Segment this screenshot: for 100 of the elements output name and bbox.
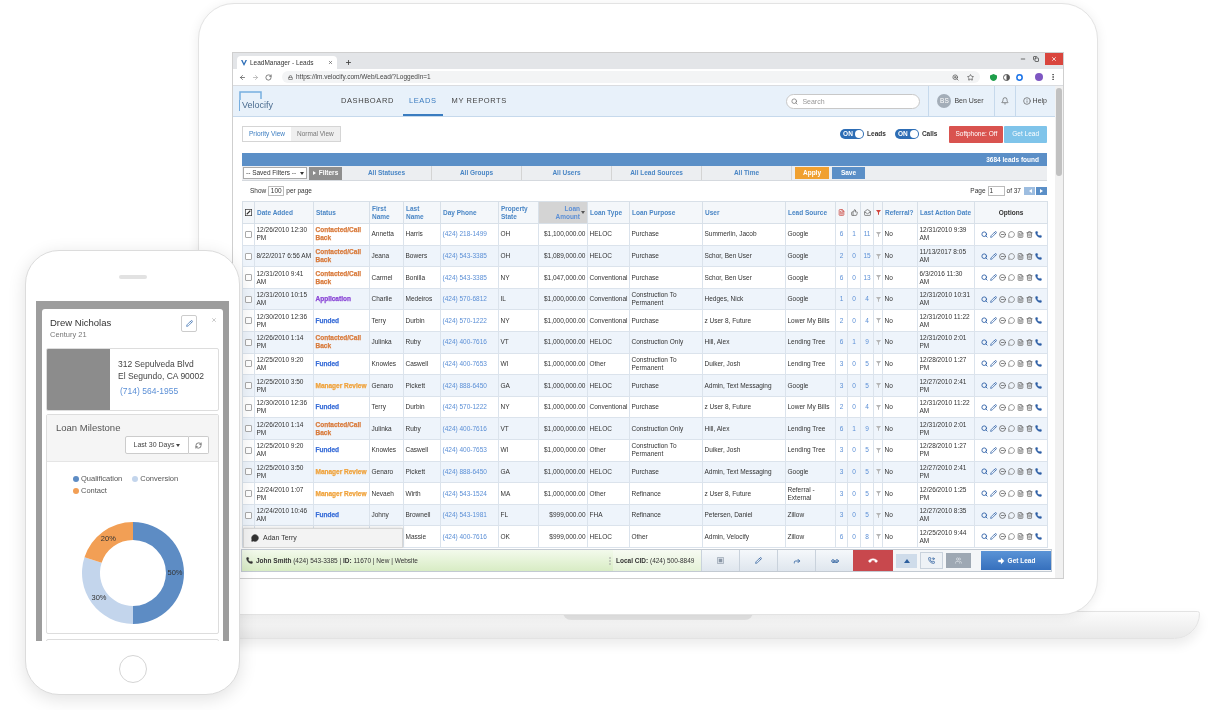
row-checkbox[interactable] [245,252,252,260]
funnel-icon[interactable] [875,404,881,410]
trash-icon[interactable] [1025,425,1033,433]
document-icon[interactable] [1016,338,1024,346]
search-icon[interactable] [980,533,988,541]
trash-icon[interactable] [1025,230,1033,238]
reload-icon[interactable] [265,73,272,81]
funnel-icon[interactable] [875,534,881,540]
speech-bubble-icon[interactable] [1007,533,1015,541]
trash-icon[interactable] [1025,468,1033,476]
row-checkbox[interactable] [245,490,252,498]
document-icon[interactable] [1016,295,1024,303]
speech-bubble-icon[interactable] [1007,382,1015,390]
restore-icon[interactable] [1033,56,1039,62]
phone-icon[interactable] [1034,533,1042,541]
speech-bubble-icon[interactable] [1007,446,1015,454]
document-icon[interactable] [1016,403,1024,411]
phone-icon[interactable] [1034,360,1042,368]
trash-icon[interactable] [1025,338,1033,346]
bookmark-star-icon[interactable] [967,73,974,81]
speech-bubble-icon[interactable] [1007,468,1015,476]
funnel-icon[interactable] [875,231,881,237]
phone-icon[interactable] [1034,425,1042,433]
minus-circle-icon[interactable] [998,230,1006,238]
trash-icon[interactable] [1025,490,1033,498]
pencil-icon[interactable] [989,295,997,303]
trash-icon[interactable] [1025,274,1033,282]
document-icon[interactable] [1016,468,1024,476]
funnel-icon[interactable] [875,426,881,432]
extension-icon[interactable] [990,73,997,81]
phone-link[interactable]: (714) 564-1955 [118,385,204,397]
document-icon[interactable] [1016,425,1024,433]
row-checkbox[interactable] [245,425,252,433]
search-icon[interactable] [980,403,988,411]
document-icon[interactable] [838,209,845,217]
search-icon[interactable] [980,490,988,498]
pencil-icon[interactable] [989,317,997,325]
speech-bubble-icon[interactable] [1007,338,1015,346]
expand-button[interactable] [896,553,917,568]
search-icon[interactable] [980,468,988,476]
row-checkbox[interactable] [245,317,252,325]
search-icon[interactable] [980,360,988,368]
document-icon[interactable] [1016,446,1024,454]
pencil-icon[interactable] [989,425,997,433]
minus-circle-icon[interactable] [998,511,1006,519]
minus-circle-icon[interactable] [998,338,1006,346]
keypad-button[interactable] [701,550,739,571]
trash-icon[interactable] [1025,252,1033,260]
speech-bubble-icon[interactable] [1007,230,1015,238]
pencil-icon[interactable] [989,511,997,519]
phone-icon[interactable] [1034,295,1042,303]
row-checkbox[interactable] [245,511,252,519]
speech-bubble-icon[interactable] [1007,317,1015,325]
profile-avatar-icon[interactable] [1035,73,1043,81]
document-icon[interactable] [1016,252,1024,260]
transfer-button[interactable] [920,552,943,569]
minus-circle-icon[interactable] [998,274,1006,282]
funnel-icon[interactable] [875,383,881,389]
document-icon[interactable] [1016,360,1024,368]
open-envelope-icon[interactable] [863,209,871,217]
funnel-icon[interactable] [875,275,881,281]
new-tab-icon[interactable] [345,59,352,66]
speech-bubble-icon[interactable] [1007,490,1015,498]
minus-circle-icon[interactable] [998,490,1006,498]
thumbs-up-icon[interactable] [850,209,858,217]
phone-icon[interactable] [1034,490,1042,498]
bell-icon[interactable] [1000,97,1009,105]
funnel-icon[interactable] [875,339,881,345]
minus-circle-icon[interactable] [998,295,1006,303]
phone-icon[interactable] [1034,446,1042,454]
edit-button[interactable] [181,315,197,332]
next-page-button[interactable] [1036,186,1047,195]
phone-icon[interactable] [1034,468,1042,476]
trash-icon[interactable] [1025,360,1033,368]
funnel-icon[interactable] [875,491,881,497]
row-checkbox[interactable] [245,403,252,411]
phone-icon[interactable] [1034,338,1042,346]
close-window-button[interactable] [1045,53,1063,65]
minus-circle-icon[interactable] [998,403,1006,411]
select-all-icon[interactable] [245,209,252,217]
funnel-icon[interactable] [875,361,881,367]
phone-icon[interactable] [1034,230,1042,238]
search-icon[interactable] [980,511,988,519]
funnel-icon[interactable] [875,469,881,475]
trash-icon[interactable] [1025,511,1033,519]
funnel-icon[interactable] [875,512,881,518]
funnel-icon[interactable] [875,447,881,453]
back-icon[interactable] [239,73,246,81]
funnel-icon[interactable] [875,253,881,259]
minus-circle-icon[interactable] [998,446,1006,454]
pencil-icon[interactable] [989,252,997,260]
funnel-icon[interactable] [875,318,881,324]
row-checkbox[interactable] [245,360,252,368]
row-checkbox[interactable] [245,468,252,476]
row-checkbox[interactable] [245,382,252,390]
row-checkbox[interactable] [245,295,252,303]
phone-icon[interactable] [1034,274,1042,282]
document-icon[interactable] [1016,490,1024,498]
speech-bubble-icon[interactable] [1007,511,1015,519]
close-tab-icon[interactable] [328,60,333,65]
